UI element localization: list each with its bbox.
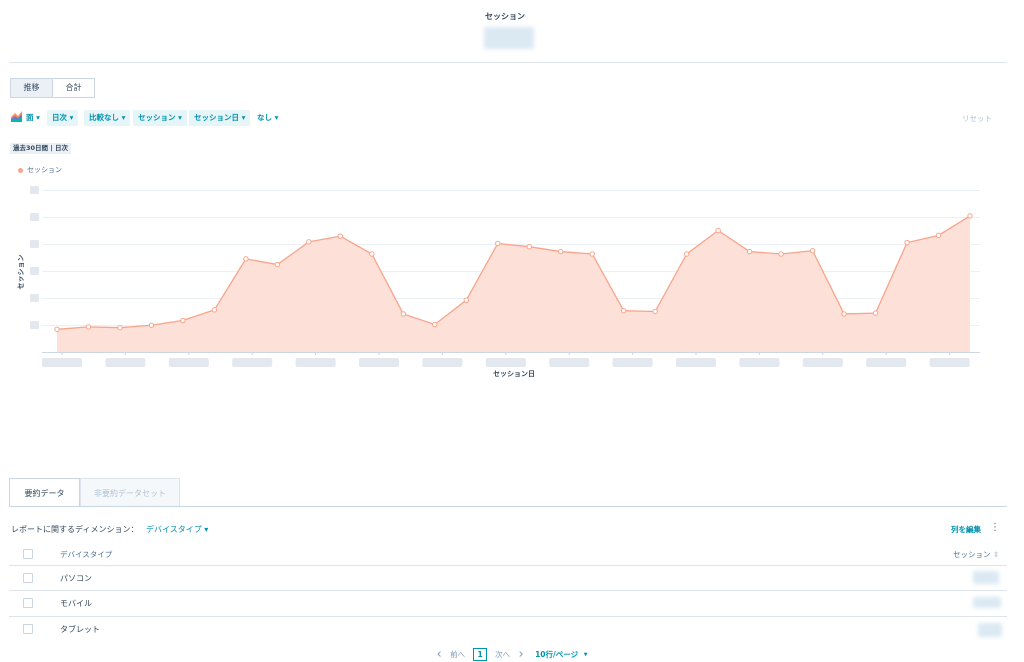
data-point [715, 227, 721, 234]
row-device-type: モバイル [60, 599, 92, 608]
data-point [54, 326, 60, 333]
table-row[interactable]: パソコン [0, 566, 1024, 591]
data-point [746, 248, 753, 255]
table-row[interactable]: タブレット [0, 617, 1024, 642]
data-point [589, 251, 595, 257]
x-tick-label-redacted [485, 358, 526, 367]
y-axis-label: セッション [17, 255, 25, 290]
sort-icon: ⇕ [992, 550, 1000, 559]
data-point [148, 322, 155, 328]
data-point [180, 317, 186, 324]
edit-columns-button[interactable]: 列を編集 [951, 524, 981, 535]
dimension-select-label: デバイスタイプ [146, 525, 202, 534]
table-row[interactable]: モバイル [0, 591, 1024, 616]
data-point [841, 311, 847, 317]
x-tick-label-redacted [295, 358, 336, 367]
column-header-device-type[interactable]: デバイスタイプ [60, 549, 112, 560]
tabs-divider [9, 506, 1007, 507]
row-device-type: パソコン [60, 574, 92, 583]
column-header-sessions[interactable]: セッション ⇕ [953, 549, 999, 560]
y-tick-label-redacted [30, 321, 39, 329]
current-page-button[interactable]: 1 [473, 648, 487, 661]
data-point [683, 251, 690, 257]
select-all-checkbox[interactable] [23, 549, 33, 559]
next-page-button[interactable]: 次へ [495, 649, 510, 660]
data-point [809, 248, 816, 254]
x-tick-label-redacted [612, 358, 653, 367]
series-area [57, 215, 970, 352]
column-header-sessions-label: セッション [953, 550, 991, 559]
dimension-prompt: レポートに関するディメンション： [11, 525, 139, 534]
row-sessions-redacted [978, 623, 1002, 637]
data-point [967, 213, 973, 219]
y-tick-label-redacted [30, 186, 39, 194]
row-checkbox[interactable] [23, 573, 33, 583]
data-point [872, 310, 879, 316]
data-point [243, 256, 249, 262]
data-point [463, 297, 469, 303]
x-tick-label-redacted [739, 358, 780, 367]
data-point [778, 251, 784, 257]
row-checkbox[interactable] [23, 624, 33, 634]
data-point [495, 240, 501, 247]
data-point [85, 324, 92, 330]
x-tick-label-redacted [866, 358, 907, 367]
rows-per-page-label: 10行/ページ [535, 650, 579, 659]
x-tick-label-redacted [105, 358, 146, 367]
data-point [935, 232, 942, 239]
y-tick-label-redacted [30, 213, 39, 221]
x-axis-label: セッション日 [493, 370, 535, 378]
tab-non-summary-dataset[interactable]: 非要約データセット [80, 478, 180, 507]
data-point [211, 307, 218, 313]
prev-page-button[interactable]: 前へ [450, 649, 465, 660]
chevron-right-icon[interactable]: › [518, 647, 523, 662]
tab-summary-data[interactable]: 要約データ [9, 478, 80, 507]
data-point [558, 248, 564, 255]
x-tick-label-redacted [422, 358, 463, 367]
data-point [274, 261, 281, 268]
x-tick-label-redacted [676, 358, 716, 367]
data-point [306, 239, 312, 245]
data-point [337, 233, 344, 239]
more-options-icon[interactable]: ⋮ [990, 522, 1000, 533]
y-tick-label-redacted [30, 240, 39, 248]
data-point [904, 239, 910, 246]
rows-per-page-dropdown[interactable]: 10行/ページ ▾ [532, 649, 587, 660]
x-tick-label-redacted [359, 358, 399, 367]
data-point [620, 307, 627, 314]
data-point [652, 308, 658, 315]
row-sessions-redacted [973, 597, 1001, 608]
row-device-type: タブレット [60, 625, 100, 634]
pagination: ‹ 前へ 1 次へ › 10行/ページ ▾ [0, 647, 1024, 662]
data-point [400, 311, 407, 317]
chevron-left-icon[interactable]: ‹ [437, 647, 442, 662]
row-sessions-redacted [973, 571, 999, 584]
x-tick-label-redacted [549, 358, 590, 367]
data-point [117, 325, 123, 331]
y-tick-label-redacted [30, 267, 39, 275]
x-tick-label-redacted [232, 358, 273, 367]
row-checkbox[interactable] [23, 598, 33, 608]
x-tick-label-redacted [802, 358, 843, 367]
x-tick-label-redacted [929, 358, 970, 367]
data-point [526, 244, 532, 250]
data-point [369, 251, 375, 257]
data-point [432, 321, 438, 328]
x-tick-label-redacted [42, 358, 82, 367]
x-tick-label-redacted [168, 358, 209, 367]
area-chart: セッション セッション日 [17, 186, 980, 378]
dimension-select[interactable]: デバイスタイプ ▾ [146, 524, 208, 535]
y-tick-label-redacted [30, 294, 39, 302]
